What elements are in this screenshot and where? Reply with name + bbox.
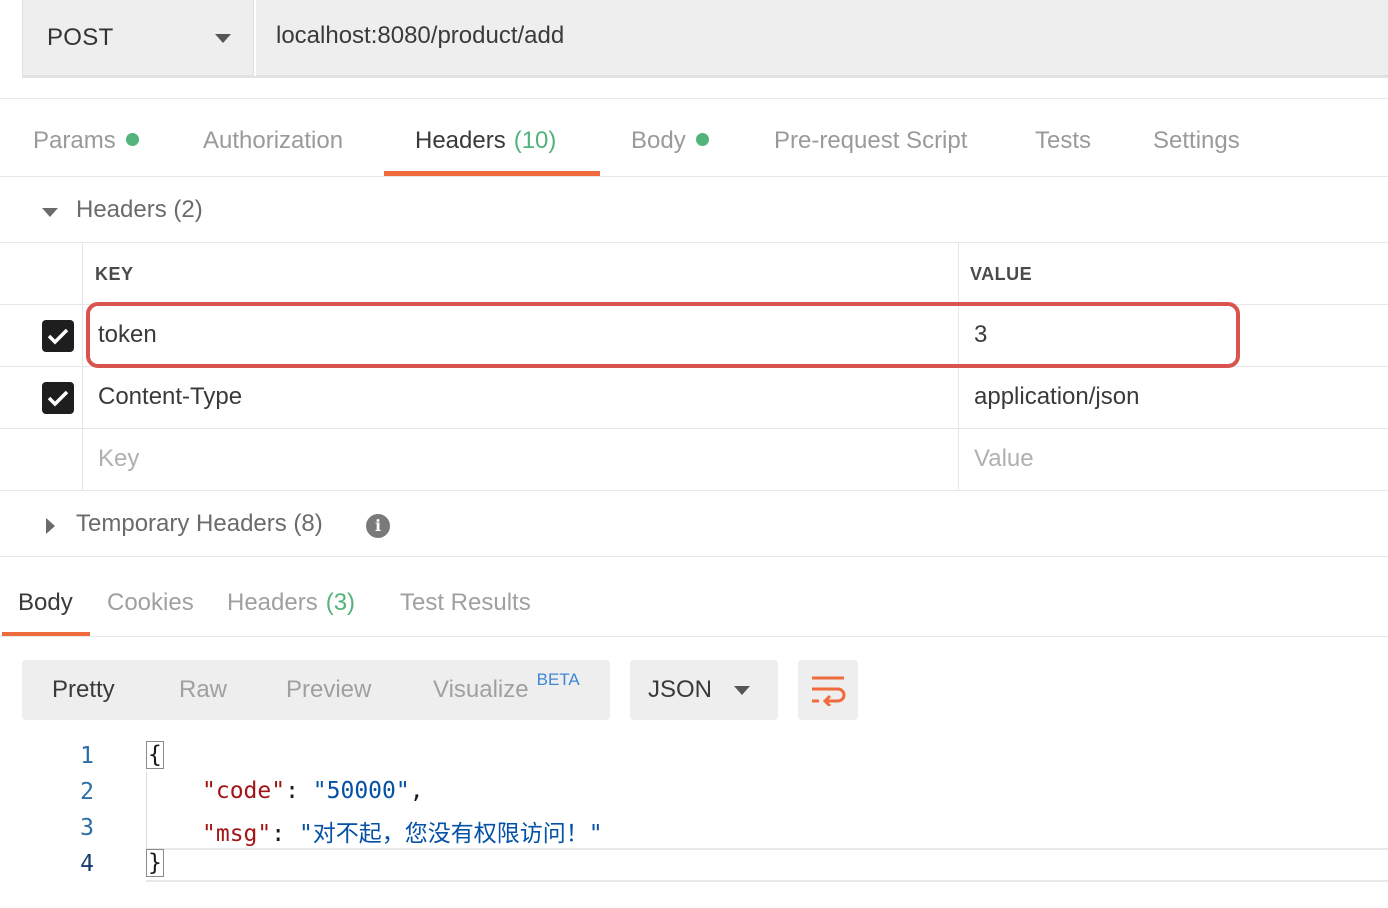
- new-value-input[interactable]: Value: [974, 445, 1034, 473]
- format-raw[interactable]: Raw: [179, 676, 227, 704]
- format-preview[interactable]: Preview: [286, 676, 371, 704]
- section-title: Temporary Headers (8): [76, 510, 323, 537]
- table-border: [0, 242, 1388, 243]
- tab-label: Body: [18, 589, 73, 616]
- tab-label: Headers: [227, 589, 318, 616]
- tab-label: Body: [631, 127, 686, 154]
- tab-response-cookies[interactable]: Cookies: [107, 586, 194, 626]
- table-border: [82, 242, 83, 490]
- row-checkbox[interactable]: [42, 320, 74, 352]
- url-text: localhost:8080/product/add: [276, 22, 565, 49]
- json-key: "msg": [202, 821, 272, 847]
- highlight-annotation: [86, 302, 1240, 368]
- tab-body[interactable]: Body: [631, 124, 709, 164]
- tab-authorization[interactable]: Authorization: [203, 124, 343, 164]
- check-icon: [47, 390, 69, 407]
- json-value: "50000": [312, 778, 410, 804]
- divider: [0, 98, 1388, 99]
- table-border: [0, 428, 1388, 429]
- line-number: 1: [80, 743, 94, 769]
- section-title: Headers (2): [76, 196, 203, 223]
- language-select[interactable]: JSON: [630, 660, 778, 720]
- tab-count: (3): [325, 589, 356, 616]
- tab-label: Test Results: [400, 589, 531, 616]
- line-number: 4: [80, 851, 94, 877]
- tab-label: Params: [33, 127, 116, 154]
- close-brace: }: [146, 849, 164, 877]
- divider: [0, 636, 1388, 637]
- header-value-cell[interactable]: application/json: [974, 383, 1139, 411]
- divider: [22, 76, 1388, 78]
- check-icon: [47, 328, 69, 345]
- row-checkbox[interactable]: [42, 382, 74, 414]
- json-key: "code": [202, 778, 286, 804]
- tab-response-headers[interactable]: Headers (3): [227, 586, 355, 626]
- url-input[interactable]: localhost:8080/product/add: [256, 0, 1388, 76]
- status-dot-icon: [125, 133, 139, 147]
- tab-label: Cookies: [107, 589, 194, 616]
- tab-label: Pre-request Script: [774, 127, 968, 154]
- code-line[interactable]: "msg": "对不起，您没有权限访问！": [202, 814, 603, 848]
- beta-badge: BETA: [536, 670, 580, 689]
- format-visualize[interactable]: Visualize BETA: [433, 670, 580, 704]
- new-key-input[interactable]: Key: [98, 445, 139, 473]
- tab-params[interactable]: Params: [33, 124, 139, 164]
- headers-section-toggle[interactable]: Headers (2): [0, 192, 400, 232]
- tab-response-test-results[interactable]: Test Results: [400, 586, 531, 626]
- chevron-down-icon: [734, 686, 750, 695]
- active-line-highlight: [146, 848, 1388, 882]
- visualize-label: Visualize: [433, 676, 529, 703]
- temporary-headers-toggle[interactable]: Temporary Headers (8) i: [0, 506, 420, 546]
- caret-right-icon: [46, 518, 55, 534]
- json-value: "对不起，您没有权限访问！": [298, 821, 603, 847]
- tab-settings[interactable]: Settings: [1153, 124, 1240, 164]
- tab-label: Headers: [415, 127, 506, 154]
- tab-label: Settings: [1153, 127, 1240, 154]
- indent-guide: [146, 772, 147, 850]
- column-header-value: VALUE: [970, 264, 1033, 284]
- wrap-lines-icon: [812, 676, 846, 706]
- method-select[interactable]: POST: [22, 0, 254, 76]
- tab-headers[interactable]: Headers (10): [415, 124, 556, 164]
- divider: [0, 556, 1388, 557]
- code-line[interactable]: }: [146, 849, 164, 877]
- caret-down-icon: [42, 208, 58, 217]
- wrap-lines-button[interactable]: [798, 660, 858, 720]
- comma: ,: [409, 778, 424, 804]
- tab-response-body[interactable]: Body: [18, 586, 73, 626]
- line-number: 2: [80, 779, 94, 805]
- tab-label: Tests: [1035, 127, 1092, 154]
- tab-pre-request-script[interactable]: Pre-request Script: [774, 124, 967, 164]
- header-key-cell[interactable]: Content-Type: [98, 383, 242, 411]
- info-icon[interactable]: i: [366, 514, 390, 538]
- open-brace: {: [146, 741, 164, 769]
- status-dot-icon: [695, 133, 709, 147]
- tab-count: (10): [513, 127, 557, 154]
- request-bar: POST localhost:8080/product/add: [0, 0, 1388, 98]
- divider: [0, 176, 1388, 177]
- method-label: POST: [47, 24, 114, 51]
- column-header-key: KEY: [95, 264, 134, 284]
- chevron-down-icon: [215, 34, 231, 43]
- code-line[interactable]: {: [146, 741, 164, 769]
- language-label: JSON: [648, 676, 713, 703]
- format-pretty[interactable]: Pretty: [52, 676, 115, 704]
- tab-tests[interactable]: Tests: [1035, 124, 1091, 164]
- tab-label: Authorization: [203, 127, 344, 154]
- code-line[interactable]: "code": "50000",: [202, 778, 424, 804]
- colon: :: [271, 821, 299, 847]
- line-number: 3: [80, 815, 94, 841]
- colon: :: [285, 778, 313, 804]
- table-border: [0, 490, 1388, 491]
